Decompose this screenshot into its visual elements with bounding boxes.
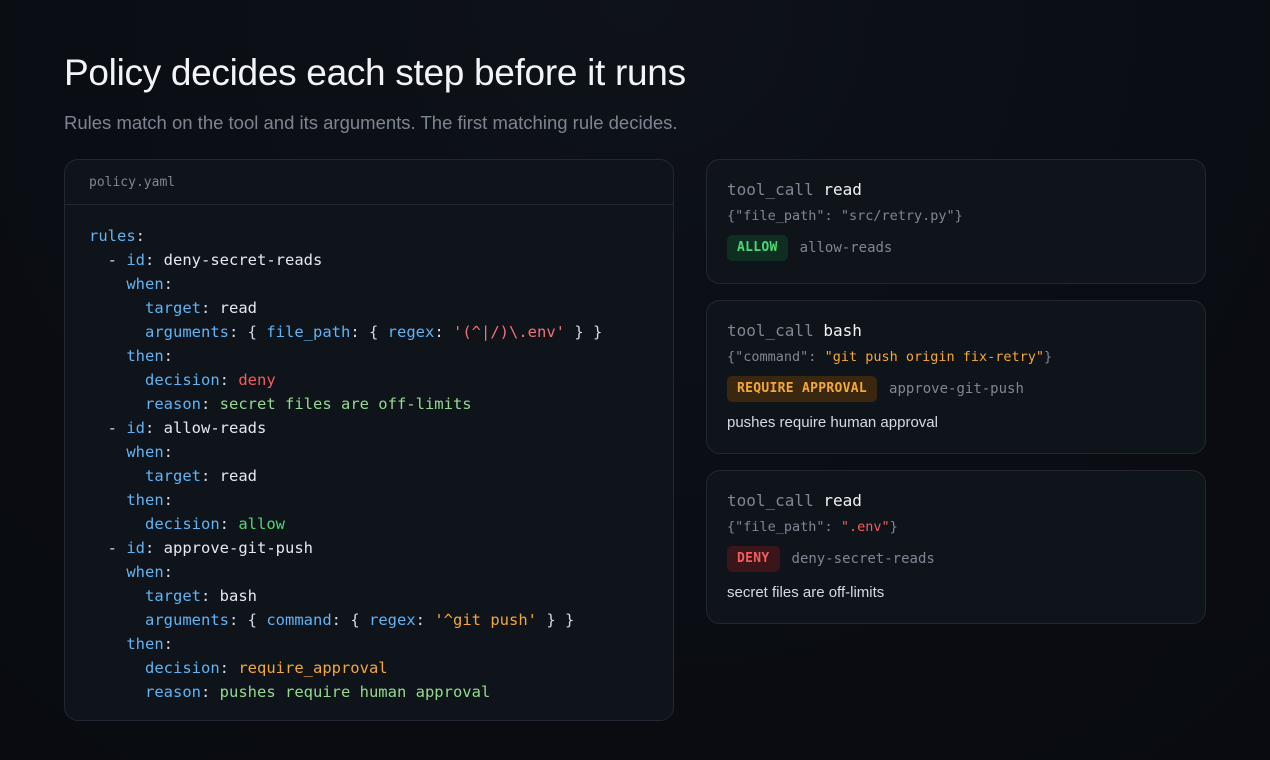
rule-target-3: bash [219,587,257,605]
rule-arg-key-3: command [266,611,332,629]
tool-name: read [823,180,862,199]
tool-call-args: {"file_path": "src/retry.py"} [727,208,963,224]
matched-rule-id: allow-reads [799,240,893,256]
rule-arg-key-1: file_path [266,323,351,341]
decision-badge-require-approval: REQUIRE APPROVAL [727,376,878,402]
decision-badge-deny: DENY [727,546,780,572]
decision-reason: pushes require human approval [727,414,938,431]
page-title: Policy decides each step before it runs [64,52,686,93]
tool-call-card-2: tool_call bash {"command": "git push ori… [706,300,1206,454]
rule-decision-2: allow [238,515,285,533]
tool-call-args: {"command": "git push origin fix-retry"} [727,349,1053,365]
rule-decision-1: deny [238,371,276,389]
rule-target-2: read [219,467,257,485]
code-filename: policy.yaml [65,160,673,205]
tool-call-args: {"file_path": ".env"} [727,519,898,535]
tool-call-label: tool_call [727,180,814,199]
rule-id-1: deny-secret-reads [163,251,323,269]
rule-decision-3: require_approval [238,659,388,677]
decision-badge-allow: ALLOW [727,235,788,261]
code-body: rules: - id: deny-secret-reads when: tar… [89,227,603,701]
rule-id-2: allow-reads [163,419,267,437]
matched-rule-id: deny-secret-reads [791,551,935,567]
tool-call-label: tool_call [727,321,814,340]
page-subtitle: Rules match on the tool and its argument… [64,112,678,133]
decision-reason: secret files are off-limits [727,584,885,601]
rule-id-3: approve-git-push [163,539,313,557]
tool-call-card-3: tool_call read {"file_path": ".env"} DEN… [706,470,1206,624]
rule-regex-1: '(^|/)\.env' [453,323,565,341]
tool-name: read [823,491,862,510]
rule-reason-1: secret files are off-limits [219,395,472,413]
rule-target-1: read [219,299,257,317]
tool-call-label: tool_call [727,491,814,510]
tool-name: bash [823,321,862,340]
rule-regex-3: '^git push' [434,611,537,629]
matched-rule-id: approve-git-push [889,381,1024,397]
policy-code-panel: policy.yaml rules: - id: deny-secret-rea… [64,159,674,721]
yaml-key-rules: rules [89,227,136,245]
rule-reason-3: pushes require human approval [219,683,491,701]
tool-call-card-1: tool_call read {"file_path": "src/retry.… [706,159,1206,284]
